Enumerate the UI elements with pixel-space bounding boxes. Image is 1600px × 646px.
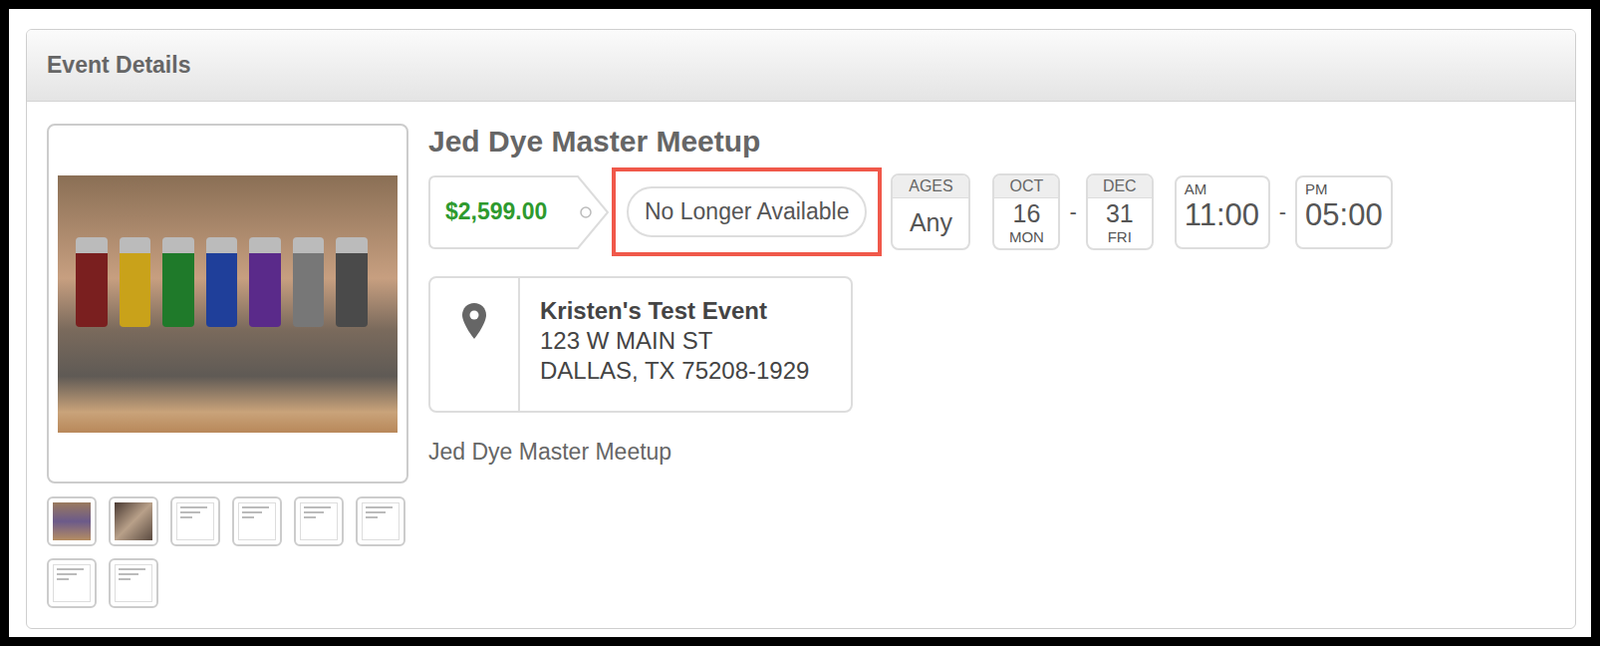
thumbnail-screenshot — [238, 502, 276, 540]
location-city: DALLAS, TX 75208-1929 — [539, 355, 809, 386]
period: PM — [1305, 181, 1383, 199]
thumbnail[interactable] — [108, 496, 159, 546]
time-separator: - — [1270, 195, 1296, 229]
day: 16 — [994, 198, 1059, 229]
month: OCT — [994, 175, 1059, 199]
screen-frame: Event Details Jed Dye Master Meetup $2,599… — [0, 0, 1600, 646]
weekday: FRI — [1087, 228, 1152, 247]
event-info: Jed Dye Master Meetup $2,599.00 No Longer … — [428, 123, 1556, 470]
weekday: MON — [994, 228, 1059, 247]
panel-header: Event Details — [26, 29, 1576, 102]
start-time-box: AM11:00 — [1174, 175, 1271, 250]
thumbnail[interactable] — [232, 496, 282, 546]
status-pill: No Longer Available — [626, 186, 867, 238]
ages-value: Any — [892, 198, 969, 249]
thumbnail[interactable] — [46, 557, 97, 608]
time: 05:00 — [1305, 197, 1383, 234]
location-box[interactable]: Kristen's Test Event123 W MAIN STDALLAS,… — [428, 275, 853, 413]
start-date-box: OCT16MON — [992, 173, 1061, 250]
thumbnail-photo — [114, 502, 153, 540]
photo-content — [75, 237, 368, 327]
price-wrap: $2,599.00 — [428, 175, 610, 250]
location-name: Kristen's Test Event — [539, 295, 809, 326]
price: $2,599.00 — [445, 194, 547, 230]
event-description: Jed Dye Master Meetup — [428, 434, 1556, 470]
event-title: Jed Dye Master Meetup — [428, 123, 1556, 160]
ages-box: AGESAny — [890, 173, 971, 250]
time: 11:00 — [1184, 197, 1261, 234]
page: Event Details Jed Dye Master Meetup $2,599… — [8, 8, 1592, 637]
thumbnail[interactable] — [355, 496, 406, 546]
thumbnail[interactable] — [293, 496, 344, 546]
thumbnail-screenshot — [361, 502, 400, 540]
gallery — [46, 123, 409, 608]
thumbnail[interactable] — [108, 557, 159, 608]
thumbnail-screenshot — [52, 563, 91, 602]
day: 31 — [1087, 198, 1152, 229]
thumbnail[interactable] — [46, 496, 97, 546]
thumbnail-screenshot — [176, 502, 215, 540]
thumbnail-screenshot — [299, 502, 338, 540]
month: DEC — [1087, 175, 1152, 199]
thumbnail-list — [46, 496, 409, 608]
event-meta-row: $2,599.00 No Longer Available AGESAny OCT16… — [428, 167, 1556, 257]
end-time-box: PM05:00 — [1295, 175, 1393, 250]
price-tag: $2,599.00 — [428, 175, 610, 250]
status-text: No Longer Available — [644, 194, 849, 230]
map-pin-icon — [461, 301, 488, 340]
period: AM — [1184, 181, 1261, 199]
event-details-panel: Event Details Jed Dye Master Meetup $2,599… — [25, 28, 1577, 629]
ages-label: AGES — [892, 175, 969, 199]
thumbnail[interactable] — [170, 496, 221, 546]
main-image[interactable] — [46, 123, 409, 484]
status-highlight: No Longer Available — [611, 167, 882, 257]
panel-title: Event Details — [46, 47, 191, 83]
thumbnail-photo — [52, 502, 91, 540]
end-date-box: DEC31FRI — [1085, 173, 1154, 250]
location-text: Kristen's Test Event123 W MAIN STDALLAS,… — [520, 277, 829, 411]
event-photo — [57, 175, 398, 433]
panel-body: Jed Dye Master Meetup $2,599.00 No Longer … — [26, 101, 1576, 629]
location-street: 123 W MAIN ST — [539, 325, 809, 356]
pin-cell — [430, 277, 521, 411]
thumbnail-screenshot — [114, 563, 153, 602]
date-separator: - — [1060, 195, 1085, 229]
